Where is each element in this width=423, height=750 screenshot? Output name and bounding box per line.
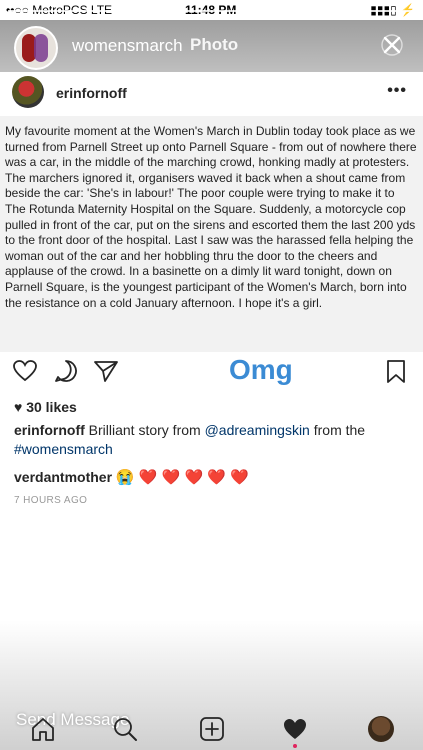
profile-avatar-icon[interactable]: [368, 716, 394, 742]
close-icon[interactable]: [379, 32, 405, 58]
more-options-icon[interactable]: •••: [387, 82, 407, 100]
caption: erinfornoff Brilliant story from @adream…: [14, 421, 409, 459]
story-header: womensmarch Photo: [0, 20, 423, 72]
avatar[interactable]: [12, 76, 44, 108]
likes-count[interactable]: ♥ 30 likes: [14, 399, 77, 415]
post-header: erinfornoff •••: [0, 72, 423, 116]
activity-heart-icon[interactable]: [282, 716, 308, 742]
status-bar: ••○○ MetroPCS LTE 11:48 PM ▮▮▮▯ ⚡: [0, 0, 423, 20]
story-progress-bar: [8, 10, 415, 12]
timestamp: 7 HOURS AGO: [14, 495, 88, 506]
post-image[interactable]: My favourite moment at the Women's March…: [0, 116, 423, 352]
caption-text-a: Brilliant story from: [88, 422, 201, 438]
story-avatar[interactable]: [14, 26, 58, 70]
comment: verdantmother 😭 ❤️ ❤️ ❤️ ❤️ ❤️: [14, 468, 249, 487]
share-icon[interactable]: [93, 358, 119, 384]
story-username[interactable]: womensmarch: [72, 36, 183, 56]
bookmark-icon[interactable]: [383, 358, 409, 384]
post-username[interactable]: erinfornoff: [56, 85, 127, 101]
activity-dot: [293, 744, 297, 748]
hashtag-link[interactable]: #womensmarch: [14, 441, 113, 457]
comment-username[interactable]: verdantmother: [14, 469, 112, 485]
add-post-icon[interactable]: [199, 716, 225, 742]
screen-title: Photo: [190, 35, 239, 54]
post-image-text: My favourite moment at the Women's March…: [5, 124, 417, 310]
action-bar: Omg: [0, 352, 423, 392]
caption-username[interactable]: erinfornoff: [14, 422, 85, 438]
comment-emojis: 😭 ❤️ ❤️ ❤️ ❤️ ❤️: [115, 469, 249, 486]
comment-icon[interactable]: [53, 358, 79, 384]
heart-icon: ♥: [14, 399, 23, 415]
caption-text-b: from the: [313, 422, 366, 438]
search-icon[interactable]: [112, 716, 138, 742]
like-heart-icon[interactable]: [12, 358, 38, 384]
omg-sticker: Omg: [229, 354, 293, 385]
home-icon[interactable]: [30, 716, 56, 742]
mention-link[interactable]: @adreamingskin: [205, 422, 310, 438]
